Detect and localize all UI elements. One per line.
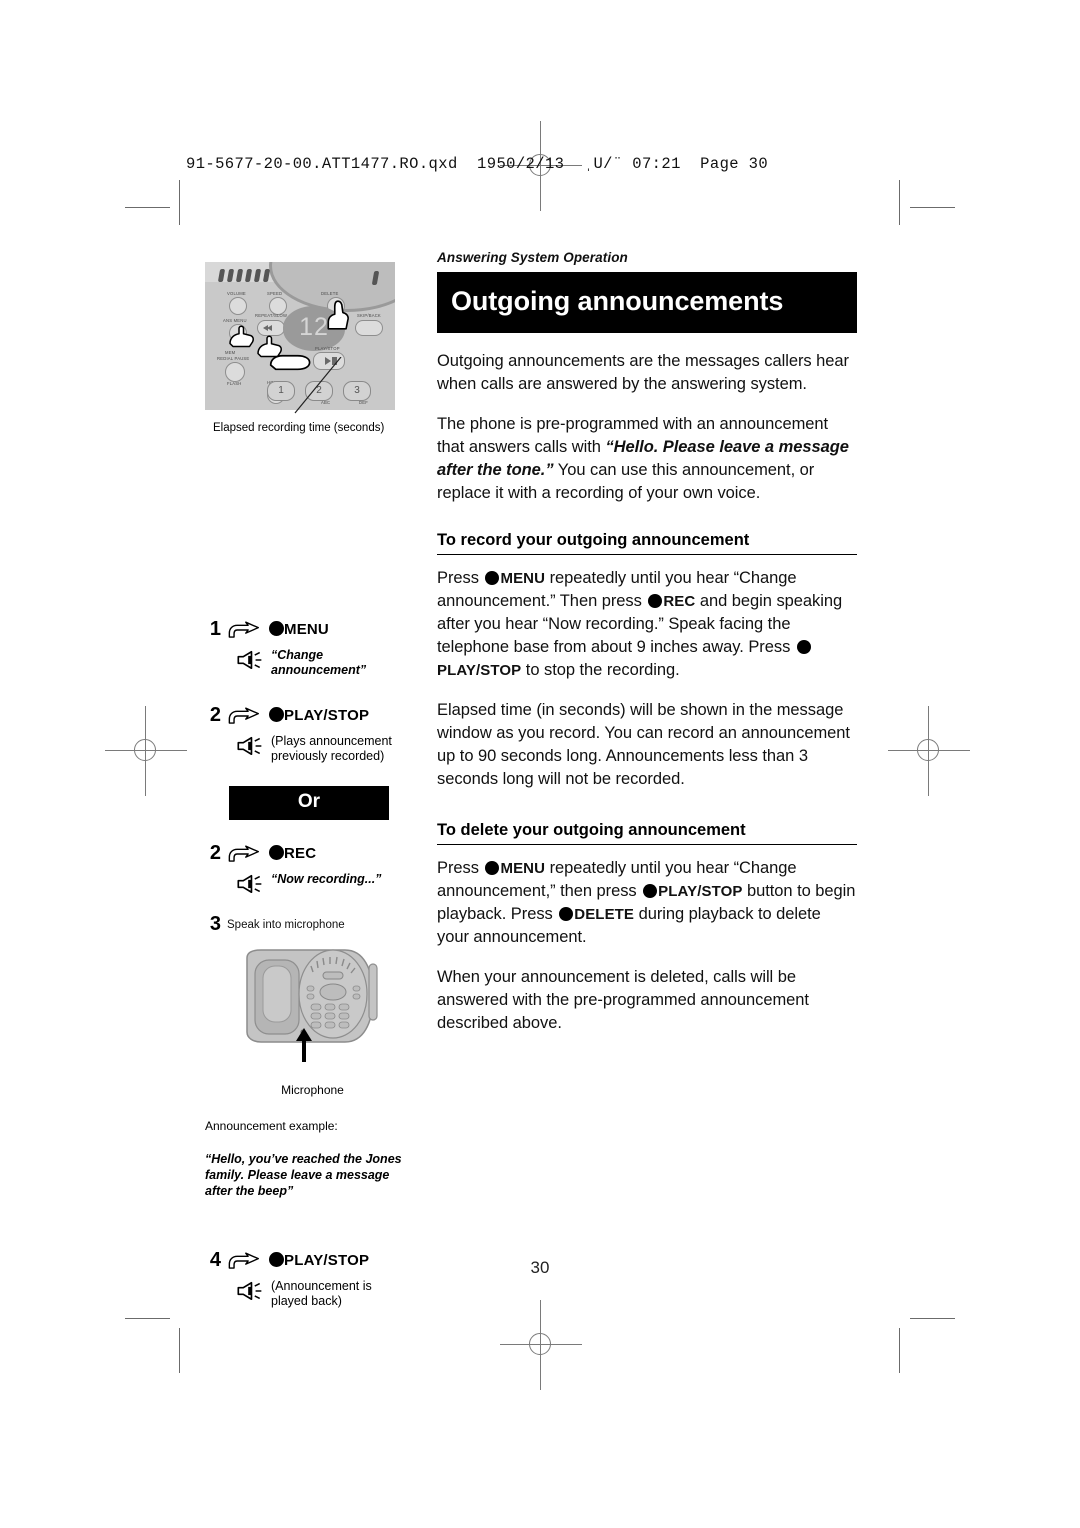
record-instructions: Press MENU repeatedly until you hear “Ch… — [437, 567, 857, 682]
step-speech-text: (Announcement is played back) — [271, 1279, 372, 1308]
record-text-d: to stop the recording. — [521, 661, 680, 679]
delete-button-delete: DELETE — [574, 906, 635, 923]
pointing-hand-icon — [228, 706, 260, 724]
left-instruction-column: VOLUME SPEED DELETE ANS MENU REPEAT/SLOW… — [205, 262, 410, 1309]
announcement-example-text: “Hello, you’ve reached the Jones family.… — [205, 1152, 402, 1198]
page-number: 30 — [530, 1258, 550, 1277]
delete-text-a: Press — [437, 859, 484, 877]
registration-mark-left — [105, 706, 187, 796]
play-stop-key-label: PLAY/STOP — [315, 346, 340, 351]
step-3: 3 Speak into microphone — [205, 913, 410, 936]
delete-button-menu: MENU — [500, 860, 546, 877]
delete-button-play-stop: PLAY/STOP — [658, 883, 743, 900]
crop-mark-bottom-right-horizontal — [910, 1318, 955, 1319]
hand-pointer-icon — [229, 325, 254, 348]
delete-instructions: Press MENU repeatedly until you hear “Ch… — [437, 857, 857, 949]
rewind-icon — [263, 325, 272, 331]
crop-mark-top-right-vertical — [899, 180, 900, 225]
step-speech-text: “Change announcement” — [271, 648, 367, 677]
speed-key-label: SPEED — [267, 291, 283, 296]
redial-pause-key-label: REDIAL PAUSE — [217, 356, 250, 361]
or-divider: Or — [229, 786, 389, 820]
crop-mark-top-left-vertical — [179, 180, 180, 225]
hand-pointer-icon — [327, 300, 349, 330]
record-text-a: Press — [437, 569, 484, 587]
announcement-example-label: Announcement example: — [205, 1119, 338, 1133]
crop-mark-bottom-left-vertical — [179, 1328, 180, 1373]
record-section-heading: To record your outgoing announcement — [437, 531, 857, 555]
step-2-play-stop: 2 PLAY/STOP (Plays announcement previous… — [205, 704, 410, 764]
step-number: 1 — [209, 618, 221, 640]
button-dot-icon — [485, 571, 500, 585]
step-number: 2 — [209, 704, 221, 726]
step-button-label: PLAY/STOP — [284, 706, 370, 724]
button-dot-icon — [648, 594, 663, 608]
redial-pause-key — [225, 362, 245, 382]
section-kicker: Answering System Operation — [437, 250, 628, 265]
step-button-label: REC — [284, 844, 317, 862]
elapsed-time-paragraph: Elapsed time (in seconds) will be shown … — [437, 701, 850, 788]
crop-mark-top-left-horizontal — [125, 207, 170, 208]
button-dot-icon — [796, 640, 811, 654]
speaker-icon — [237, 736, 262, 756]
registration-mark-right — [888, 706, 970, 796]
button-dot-icon — [269, 706, 284, 722]
step-1: 1 MENU “Change announcement” — [205, 618, 410, 678]
step-button-label: MENU — [284, 620, 329, 638]
record-button-play-stop: PLAY/STOP — [437, 662, 522, 679]
delete-key-label: DELETE — [321, 291, 339, 296]
step-speech-text: (Plays announcement previously recorded) — [271, 734, 392, 763]
button-dot-icon — [269, 844, 284, 860]
phone-handset-illustration — [241, 944, 381, 1062]
step-number: 2 — [209, 842, 221, 864]
prepress-file-header: 91-5677-20-00.ATT1477.RO.qxd 1950/2/13 ˌ… — [186, 155, 769, 173]
button-dot-icon — [559, 907, 574, 921]
registration-mark-bottom-center — [500, 1300, 582, 1390]
microphone-arrow-icon — [296, 1028, 312, 1062]
delete-section-heading: To delete your outgoing announcement — [437, 821, 857, 845]
pointing-hand-icon — [228, 844, 260, 862]
crop-mark-bottom-left-horizontal — [125, 1318, 170, 1319]
preprogrammed-paragraph: The phone is pre-programmed with an anno… — [437, 413, 857, 505]
crop-mark-bottom-right-vertical — [899, 1328, 900, 1373]
mem-key-label: MEM — [225, 350, 236, 355]
volume-key — [229, 297, 247, 315]
button-dot-icon — [269, 620, 284, 636]
step-2-rec: 2 REC “Now recording...” — [205, 842, 410, 895]
ans-menu-key-label: ANS MENU — [223, 318, 247, 323]
right-content-column: Answering System Operation Outgoing anno… — [437, 250, 857, 1035]
record-button-menu: MENU — [500, 570, 546, 587]
speaker-icon — [237, 874, 262, 894]
record-button-rec: REC — [663, 593, 696, 610]
volume-key-label: VOLUME — [227, 291, 246, 296]
step-3-text: Speak into microphone — [227, 918, 345, 931]
skip-back-key-label: SKIP/BACK — [357, 313, 381, 318]
speaker-icon — [237, 650, 262, 670]
step-speech-text: “Now recording...” — [271, 872, 382, 886]
callout-leader-line — [294, 357, 342, 414]
page-title: Outgoing announcements — [437, 272, 857, 333]
flash-key-label: FLASH — [227, 381, 242, 386]
button-dot-icon — [485, 861, 500, 875]
skip-back-key — [355, 320, 383, 336]
pointing-hand-icon — [228, 620, 260, 638]
intro-paragraph: Outgoing announcements are the messages … — [437, 352, 849, 393]
post-delete-paragraph: When your announcement is deleted, calls… — [437, 968, 809, 1032]
button-dot-icon — [643, 884, 658, 898]
step-number: 3 — [209, 913, 221, 935]
microphone-label: Microphone — [281, 1083, 344, 1097]
speaker-icon — [237, 1281, 262, 1301]
crop-mark-top-right-horizontal — [910, 207, 955, 208]
elapsed-time-callout: Elapsed recording time (seconds) — [213, 422, 385, 434]
